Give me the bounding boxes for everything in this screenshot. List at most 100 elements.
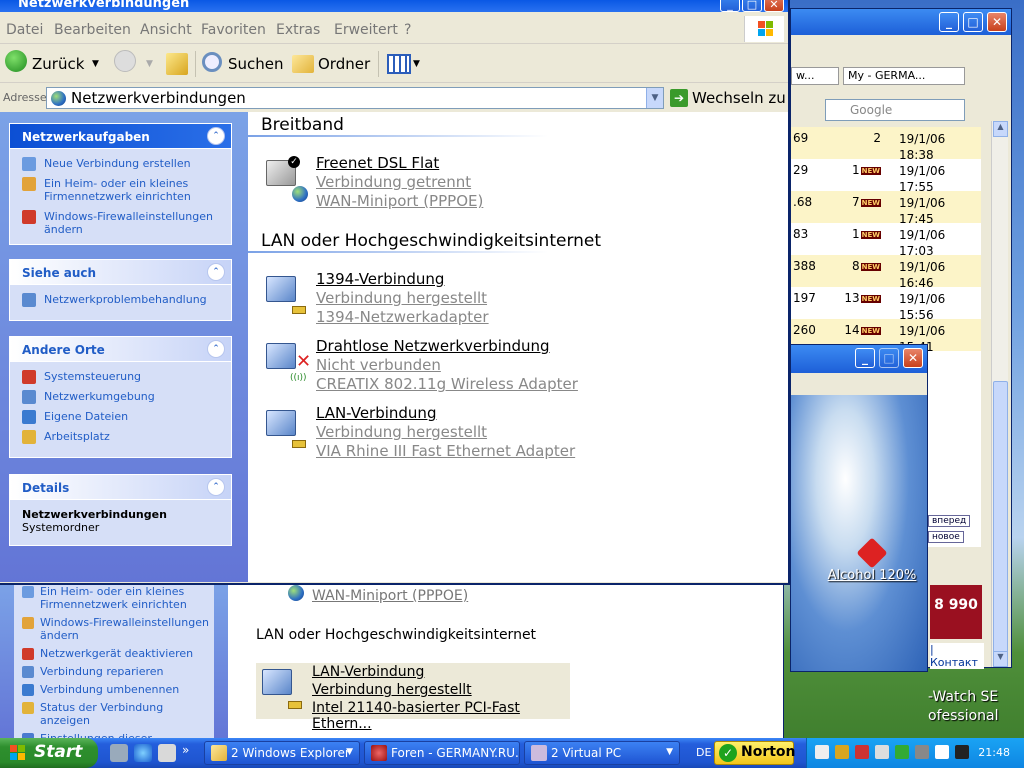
collapse-icon[interactable]: ⌃ [207,263,225,281]
views-icon[interactable] [387,54,411,74]
go-button[interactable]: ➔ Wechseln zu [668,87,786,109]
tray-icon[interactable] [855,745,869,759]
taskbar-task-explorer[interactable]: 2 Windows Explorer ▼ [204,741,360,765]
bg-task-link[interactable]: Verbindung reparieren [18,663,214,681]
new-link[interactable]: новое [928,531,964,543]
bg-task-link[interactable]: Windows-Firewalleinstellungen ändern [18,614,214,645]
quicklaunch-app-icon[interactable] [158,744,176,762]
search-button[interactable]: Suchen [228,51,284,77]
task-link[interactable]: Eigene Dateien [22,410,225,424]
tray-icon[interactable] [835,745,849,759]
forum-row[interactable]: .68 7 NEW 19/1/06 17:45 [791,191,981,226]
scroll-up-icon[interactable]: ▲ [993,121,1008,137]
network-computer-icon [266,343,296,369]
bg-task-link[interactable]: Verbindung umbenennen [18,681,214,699]
maximize-button[interactable]: □ [963,12,983,32]
start-button[interactable]: Start [0,738,98,768]
menu-item[interactable]: ? [404,22,411,38]
bg-task-link[interactable]: Status der Verbindung anzeigen [18,699,214,730]
alcohol-desktop-icon[interactable]: Alcohol 120% [822,537,922,583]
connection-wireless[interactable]: ✕ ((ı)) Drahtlose Netzwerkverbindung Nic… [262,337,622,397]
browser-scrollbar[interactable]: ▲ ▼ [991,121,1008,667]
details-type: Systemordner [22,521,100,534]
forward-arrow-icon[interactable] [114,50,136,72]
close-button[interactable]: ✕ [764,0,784,12]
folders-button[interactable]: Ordner [318,51,370,77]
network-tasks-header[interactable]: Netzwerkaufgaben ⌃ [10,124,231,149]
maximize-button[interactable]: □ [742,0,762,12]
close-button[interactable]: ✕ [987,12,1007,32]
menu-item[interactable]: Ansicht [140,22,192,38]
maximize-button[interactable]: □ [879,348,899,368]
bg-lan-connection[interactable]: LAN-Verbindung Verbindung hergestellt In… [256,663,570,732]
minimize-button[interactable]: _ [939,12,959,32]
connection-lan[interactable]: LAN-Verbindung Verbindung hergestellt VI… [262,404,622,464]
browser-tab[interactable]: w... [791,67,839,85]
tray-icon[interactable] [935,745,949,759]
norton-button[interactable]: ✓ Norton [714,741,796,765]
bg-wan-device[interactable]: WAN-Miniport (PPPOE) [312,588,468,604]
task-link[interactable]: Windows-Firewalleinstellungen ändern [22,210,225,236]
details-header[interactable]: Details ⌃ [10,475,231,500]
search-icon[interactable] [202,52,222,72]
address-dropdown-icon[interactable]: ▼ [646,88,663,108]
connection-1394[interactable]: 1394-Verbindung Verbindung hergestellt 1… [262,270,622,330]
tray-icon[interactable] [875,745,889,759]
task-link[interactable]: Arbeitsplatz [22,430,225,444]
contact-link[interactable]: | Контакт [930,643,984,669]
windows-logo-icon [744,16,784,42]
menu-item[interactable]: Favoriten [201,22,266,38]
browser-tab[interactable]: My - GERMA... [843,67,965,85]
scroll-down-icon[interactable]: ▼ [993,651,1008,667]
price-banner[interactable]: 8 990 [930,585,982,639]
task-link[interactable]: Netzwerkumgebung [22,390,225,404]
forum-cell: 197 [793,291,816,305]
task-link[interactable]: Ein Heim- oder ein kleines Firmennetzwer… [22,177,225,203]
minimize-button[interactable]: _ [855,348,875,368]
minimize-button[interactable]: _ [720,0,740,12]
bg-task-link[interactable]: Netzwerkgerät deaktivieren [18,645,214,663]
address-input[interactable]: Netzwerkverbindungen ▼ [46,87,664,109]
internet-explorer-icon[interactable] [134,744,152,762]
forum-row[interactable]: 197 13 NEW 19/1/06 15:56 [791,287,981,322]
tray-icon[interactable] [915,745,929,759]
views-dropdown-icon[interactable]: ▼ [413,51,420,77]
forum-row[interactable]: 69 2 19/1/06 18:38 [791,127,981,162]
back-arrow-icon[interactable] [5,50,27,72]
connection-freenet[interactable]: ✓ Freenet DSL Flat Verbindung getrennt W… [262,154,622,214]
task-link[interactable]: Netzwerkproblembehandlung [22,293,225,307]
task-link[interactable]: Neue Verbindung erstellen [22,157,225,171]
forum-row[interactable]: 388 8 NEW 19/1/06 16:46 [791,255,981,290]
back-dropdown-icon[interactable]: ▼ [92,51,99,77]
folders-icon[interactable] [292,55,314,73]
forward-link[interactable]: вперед [928,515,971,527]
see-also-header[interactable]: Siehe auch ⌃ [10,260,231,285]
forward-dropdown-icon[interactable]: ▼ [146,51,153,77]
menu-item[interactable]: Erweitert [334,22,398,38]
google-search-input[interactable]: Google [825,99,965,121]
back-button[interactable]: Zurück [32,51,84,77]
menu-item[interactable]: Bearbeiten [54,22,131,38]
close-button[interactable]: ✕ [903,348,923,368]
collapse-icon[interactable]: ⌃ [207,340,225,358]
task-link[interactable]: Systemsteuerung [22,370,225,384]
bg-task-link[interactable]: Ein Heim- oder ein kleines Firmennetzwer… [18,583,214,614]
other-places-header[interactable]: Andere Orte ⌃ [10,337,231,362]
window-titlebar[interactable]: Netzwerkverbindungen _ □ ✕ [0,0,788,12]
taskbar-task-virtualpc[interactable]: 2 Virtual PC ▼ [524,741,680,765]
scroll-thumb[interactable] [993,381,1008,661]
quicklaunch-more-icon[interactable]: » [182,743,189,757]
menu-item[interactable]: Datei [6,22,43,38]
tray-icon[interactable] [895,745,909,759]
taskbar-task-browser[interactable]: Foren - GERMANY.RU... [364,741,520,765]
quicklaunch-desktop-icon[interactable] [110,744,128,762]
forum-row[interactable]: 83 1 NEW 19/1/06 17:03 [791,223,981,258]
collapse-icon[interactable]: ⌃ [207,478,225,496]
forum-row[interactable]: 29 1 NEW 19/1/06 17:55 [791,159,981,194]
collapse-icon[interactable]: ⌃ [207,127,225,145]
menu-item[interactable]: Extras [276,22,320,38]
tray-icon[interactable] [815,745,829,759]
tray-icon[interactable] [955,745,969,759]
language-indicator[interactable]: DE [696,746,711,759]
folder-up-icon[interactable] [166,53,188,75]
